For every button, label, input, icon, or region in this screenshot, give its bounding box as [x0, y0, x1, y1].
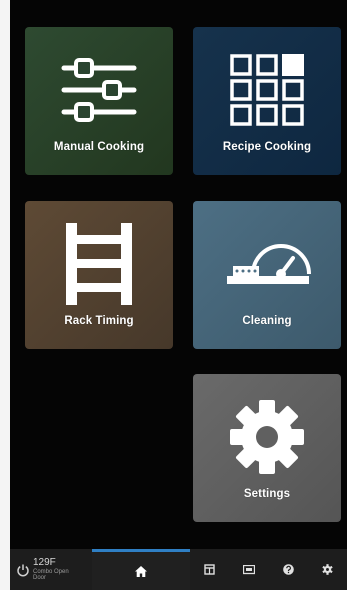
settings-tile[interactable]: Settings	[193, 374, 341, 522]
home-icon	[135, 565, 147, 577]
recipe-book-button[interactable]	[190, 549, 229, 590]
bottom-navigation-bar: 129F Combo Open Door	[10, 549, 347, 590]
oven-mode: Combo Open Door	[33, 569, 69, 581]
cleaning-label: Cleaning	[242, 315, 292, 327]
help-icon	[282, 564, 294, 575]
gauge-icon	[222, 223, 312, 305]
recipe-cooking-tile[interactable]: Recipe Cooking	[193, 27, 341, 175]
settings-label: Settings	[243, 488, 291, 500]
rack-timing-tile[interactable]: Rack Timing	[25, 201, 173, 349]
rack-timing-label: Rack Timing	[64, 315, 134, 327]
manual-cooking-tile[interactable]: Manual Cooking	[25, 27, 173, 175]
settings-button[interactable]	[308, 549, 347, 590]
rack-icon	[54, 223, 144, 305]
manual-cooking-label: Manual Cooking	[53, 141, 145, 153]
sliders-icon	[54, 49, 144, 131]
grid-icon	[222, 49, 312, 131]
power-icon[interactable]	[16, 563, 30, 577]
oven-status[interactable]: 129F Combo Open Door	[10, 549, 92, 590]
display-button[interactable]	[229, 549, 268, 590]
settings-icon	[322, 564, 333, 575]
recipe-cooking-label: Recipe Cooking	[222, 141, 312, 153]
cleaning-tile[interactable]: Cleaning	[193, 201, 341, 349]
screen-icon	[242, 564, 255, 574]
gear-icon	[222, 396, 312, 478]
oven-temperature: 129F	[33, 557, 56, 568]
home-tab[interactable]	[92, 549, 190, 590]
recipe-book-icon	[204, 564, 215, 575]
help-button[interactable]	[269, 549, 308, 590]
oven-control-screen: Manual Cooking Recipe Cooking Rack Timin…	[10, 0, 347, 590]
